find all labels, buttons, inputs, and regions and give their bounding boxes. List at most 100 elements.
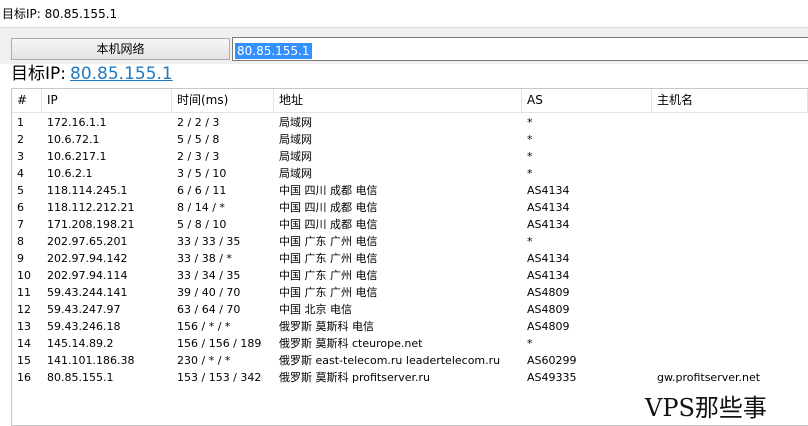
as-cell: AS4134 bbox=[527, 201, 570, 214]
hop-cell: 7 bbox=[17, 218, 24, 231]
table-row[interactable]: 6 118.112.212.21 8 / 14 / * 中国 四川 成都 电信 AS41… bbox=[12, 199, 808, 216]
target-heading: 目标IP: 80.85.155.1 bbox=[11, 62, 173, 86]
ip-cell: 10.6.72.1 bbox=[47, 133, 100, 146]
table-header: # IP 时间(ms) 地址 AS 主机名 bbox=[12, 89, 808, 113]
hostname-cell bbox=[652, 114, 808, 131]
table-row[interactable]: 1 172.16.1.1 2 / 2 / 3 局域网 * bbox=[12, 114, 808, 131]
table-row[interactable]: 2 10.6.72.1 5 / 5 / 8 局域网 * bbox=[12, 131, 808, 148]
as-cell: AS4134 bbox=[527, 252, 570, 265]
hostname-cell bbox=[652, 148, 808, 165]
time-cell: 63 / 64 / 70 bbox=[177, 303, 241, 316]
window-title: 目标IP: 80.85.155.1 bbox=[0, 0, 808, 28]
table-row[interactable]: 3 10.6.217.1 2 / 3 / 3 局域网 * bbox=[12, 148, 808, 165]
hostname-cell bbox=[652, 182, 808, 199]
hop-cell: 2 bbox=[17, 133, 24, 146]
as-cell: AS4809 bbox=[527, 303, 570, 316]
location-cell: 局域网 bbox=[279, 116, 312, 129]
location-cell: 中国 四川 成都 电信 bbox=[279, 201, 378, 214]
hop-cell: 15 bbox=[17, 354, 31, 367]
target-ip-input[interactable]: 80.85.155.1 bbox=[232, 37, 808, 61]
table-row[interactable]: 5 118.114.245.1 6 / 6 / 11 中国 四川 成都 电信 AS413… bbox=[12, 182, 808, 199]
time-cell: 33 / 34 / 35 bbox=[177, 269, 241, 282]
as-cell: AS4809 bbox=[527, 286, 570, 299]
ip-cell: 172.16.1.1 bbox=[47, 116, 107, 129]
hostname-cell bbox=[652, 284, 808, 301]
ip-cell: 202.97.94.114 bbox=[47, 269, 128, 282]
location-cell: 中国 四川 成都 电信 bbox=[279, 184, 378, 197]
as-cell: AS4134 bbox=[527, 269, 570, 282]
time-cell: 153 / 153 / 342 bbox=[177, 371, 262, 384]
hostname-cell bbox=[652, 267, 808, 284]
table-row[interactable]: 11 59.43.244.141 39 / 40 / 70 中国 广东 广州 电信 AS… bbox=[12, 284, 808, 301]
table-row[interactable]: 9 202.97.94.142 33 / 38 / * 中国 广东 广州 电信 AS41… bbox=[12, 250, 808, 267]
ip-cell: 145.14.89.2 bbox=[47, 337, 114, 350]
location-cell: 局域网 bbox=[279, 167, 312, 180]
hop-cell: 14 bbox=[17, 337, 31, 350]
location-cell: 俄罗斯 莫斯科 cteurope.net bbox=[279, 337, 423, 350]
hostname-cell bbox=[652, 250, 808, 267]
table-row[interactable]: 12 59.43.247.97 63 / 64 / 70 中国 北京 电信 AS4809 bbox=[12, 301, 808, 318]
location-cell: 中国 广东 广州 电信 bbox=[279, 235, 378, 248]
ip-cell: 171.208.198.21 bbox=[47, 218, 135, 231]
column-header-hop[interactable]: # bbox=[12, 89, 42, 112]
ip-cell: 10.6.2.1 bbox=[47, 167, 93, 180]
table-row[interactable]: 14 145.14.89.2 156 / 156 / 189 俄罗斯 莫斯科 cteu… bbox=[12, 335, 808, 352]
hostname-cell bbox=[652, 301, 808, 318]
hop-cell: 16 bbox=[17, 371, 31, 384]
location-cell: 中国 广东 广州 电信 bbox=[279, 286, 378, 299]
hop-cell: 13 bbox=[17, 320, 31, 333]
as-cell: * bbox=[527, 116, 533, 129]
table-row[interactable]: 8 202.97.65.201 33 / 33 / 35 中国 广东 广州 电信 * bbox=[12, 233, 808, 250]
time-cell: 33 / 33 / 35 bbox=[177, 235, 241, 248]
as-cell: AS49335 bbox=[527, 371, 577, 384]
as-cell: * bbox=[527, 167, 533, 180]
column-header-hostname[interactable]: 主机名 bbox=[652, 89, 808, 112]
as-cell: * bbox=[527, 235, 533, 248]
as-cell: * bbox=[527, 337, 533, 350]
hop-cell: 1 bbox=[17, 116, 24, 129]
table-row[interactable]: 15 141.101.186.38 230 / * / * 俄罗斯 east-tele… bbox=[12, 352, 808, 369]
hop-cell: 10 bbox=[17, 269, 31, 282]
hop-cell: 11 bbox=[17, 286, 31, 299]
table-row[interactable]: 16 80.85.155.1 153 / 153 / 342 俄罗斯 莫斯科 prof… bbox=[12, 369, 808, 386]
target-ip-link[interactable]: 80.85.155.1 bbox=[70, 64, 173, 84]
hostname-cell bbox=[652, 165, 808, 182]
time-cell: 33 / 38 / * bbox=[177, 252, 232, 265]
hostname-cell bbox=[652, 318, 808, 335]
table-row[interactable]: 7 171.208.198.21 5 / 8 / 10 中国 四川 成都 电信 AS41… bbox=[12, 216, 808, 233]
hop-cell: 5 bbox=[17, 184, 24, 197]
hop-cell: 6 bbox=[17, 201, 24, 214]
as-cell: AS60299 bbox=[527, 354, 577, 367]
table-row[interactable]: 10 202.97.94.114 33 / 34 / 35 中国 广东 广州 电信 AS… bbox=[12, 267, 808, 284]
column-header-ip[interactable]: IP bbox=[42, 89, 172, 112]
as-cell: AS4134 bbox=[527, 218, 570, 231]
as-cell: AS4134 bbox=[527, 184, 570, 197]
column-header-location[interactable]: 地址 bbox=[274, 89, 522, 112]
time-cell: 39 / 40 / 70 bbox=[177, 286, 241, 299]
location-cell: 局域网 bbox=[279, 150, 312, 163]
watermark-text: VPS那些事 bbox=[645, 394, 767, 422]
hostname-cell: gw.profitserver.net bbox=[657, 371, 761, 384]
column-header-as[interactable]: AS bbox=[522, 89, 652, 112]
hostname-cell bbox=[652, 335, 808, 352]
time-cell: 2 / 3 / 3 bbox=[177, 150, 220, 163]
target-ip-input-value: 80.85.155.1 bbox=[235, 43, 312, 59]
table-row[interactable]: 13 59.43.246.18 156 / * / * 俄罗斯 莫斯科 电信 AS480… bbox=[12, 318, 808, 335]
hostname-cell bbox=[652, 352, 808, 369]
location-cell: 俄罗斯 莫斯科 电信 bbox=[279, 320, 374, 333]
ip-cell: 202.97.94.142 bbox=[47, 252, 128, 265]
as-cell: * bbox=[527, 150, 533, 163]
local-network-button[interactable]: 本机网络 bbox=[11, 38, 230, 60]
location-cell: 中国 广东 广州 电信 bbox=[279, 252, 378, 265]
table-row[interactable]: 4 10.6.2.1 3 / 5 / 10 局域网 * bbox=[12, 165, 808, 182]
trace-results-table: # IP 时间(ms) 地址 AS 主机名 1 172.16.1.1 2 / 2 /… bbox=[11, 88, 808, 426]
hop-cell: 4 bbox=[17, 167, 24, 180]
time-cell: 230 / * / * bbox=[177, 354, 231, 367]
hostname-cell bbox=[652, 233, 808, 250]
column-header-time[interactable]: 时间(ms) bbox=[172, 89, 274, 112]
location-cell: 中国 广东 广州 电信 bbox=[279, 269, 378, 282]
ip-cell: 59.43.246.18 bbox=[47, 320, 121, 333]
time-cell: 5 / 5 / 8 bbox=[177, 133, 220, 146]
ip-cell: 59.43.247.97 bbox=[47, 303, 121, 316]
ip-cell: 202.97.65.201 bbox=[47, 235, 128, 248]
